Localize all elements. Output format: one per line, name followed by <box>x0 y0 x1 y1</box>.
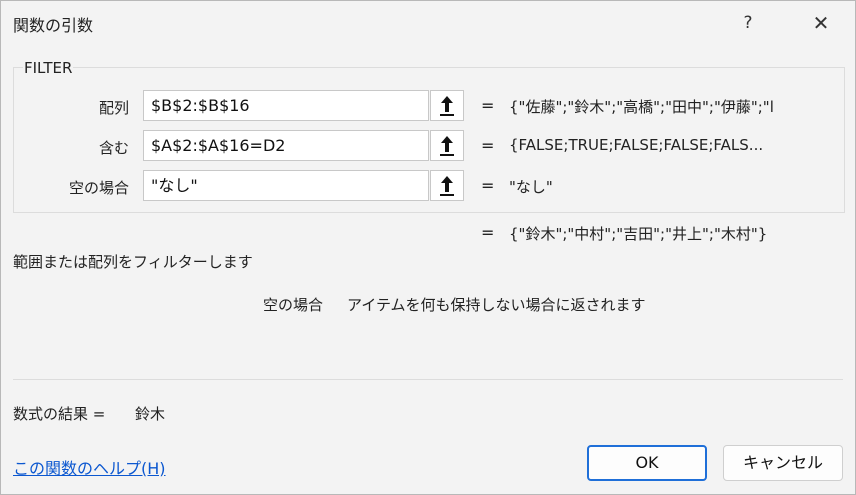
arg-input-array[interactable]: $B$2:$B$16 <box>143 90 429 121</box>
function-help-link[interactable]: この関数のヘルプ(H) <box>13 455 166 479</box>
ref-button-if-empty[interactable] <box>430 170 464 201</box>
ref-button-array[interactable] <box>430 90 464 121</box>
arg-value-array: {"佐藤";"鈴木";"高橋";"田中";"伊藤";"l <box>509 98 774 116</box>
arg-help-text: アイテムを何も保持しない場合に返されます <box>347 296 646 314</box>
equals-sign: = <box>481 136 495 155</box>
upload-arrow-icon <box>440 136 454 156</box>
upload-arrow-icon <box>440 96 454 116</box>
function-name: FILTER <box>23 59 74 77</box>
title-bar: 関数の引数 ? ✕ <box>1 1 855 45</box>
close-button[interactable]: ✕ <box>801 9 841 37</box>
cancel-button[interactable]: キャンセル <box>723 445 843 481</box>
equals-sign: = <box>481 176 495 195</box>
arg-help-name: 空の場合 <box>263 296 324 314</box>
formula-result-value: 鈴木 <box>135 405 166 423</box>
upload-arrow-icon <box>440 176 454 196</box>
ref-button-include[interactable] <box>430 130 464 161</box>
arg-label-array: 配列 <box>98 99 129 117</box>
equals-sign: = <box>481 96 495 115</box>
result-equals-sign: = <box>481 223 495 242</box>
ok-button[interactable]: OK <box>587 445 707 481</box>
divider <box>13 379 843 380</box>
arg-value-include: {FALSE;TRUE;FALSE;FALSE;FALS... <box>509 136 764 154</box>
result-preview: {"鈴木";"中村";"吉田";"井上";"木村"} <box>509 225 768 243</box>
function-description: 範囲または配列をフィルターします <box>13 253 253 271</box>
help-button[interactable]: ? <box>731 9 765 37</box>
arg-value-if-empty: "なし" <box>509 178 553 196</box>
formula-result-label: 数式の結果 = <box>13 405 106 423</box>
arg-input-if-empty[interactable]: "なし" <box>143 170 429 201</box>
window-title: 関数の引数 <box>13 16 94 35</box>
function-arguments-dialog: 関数の引数 ? ✕ FILTER 配列 $B$2:$B$16 = {"佐藤";"… <box>0 0 856 495</box>
arg-label-if-empty: 空の場合 <box>68 179 129 197</box>
arg-label-include: 含む <box>98 139 129 157</box>
arg-input-include[interactable]: $A$2:$A$16=D2 <box>143 130 429 161</box>
